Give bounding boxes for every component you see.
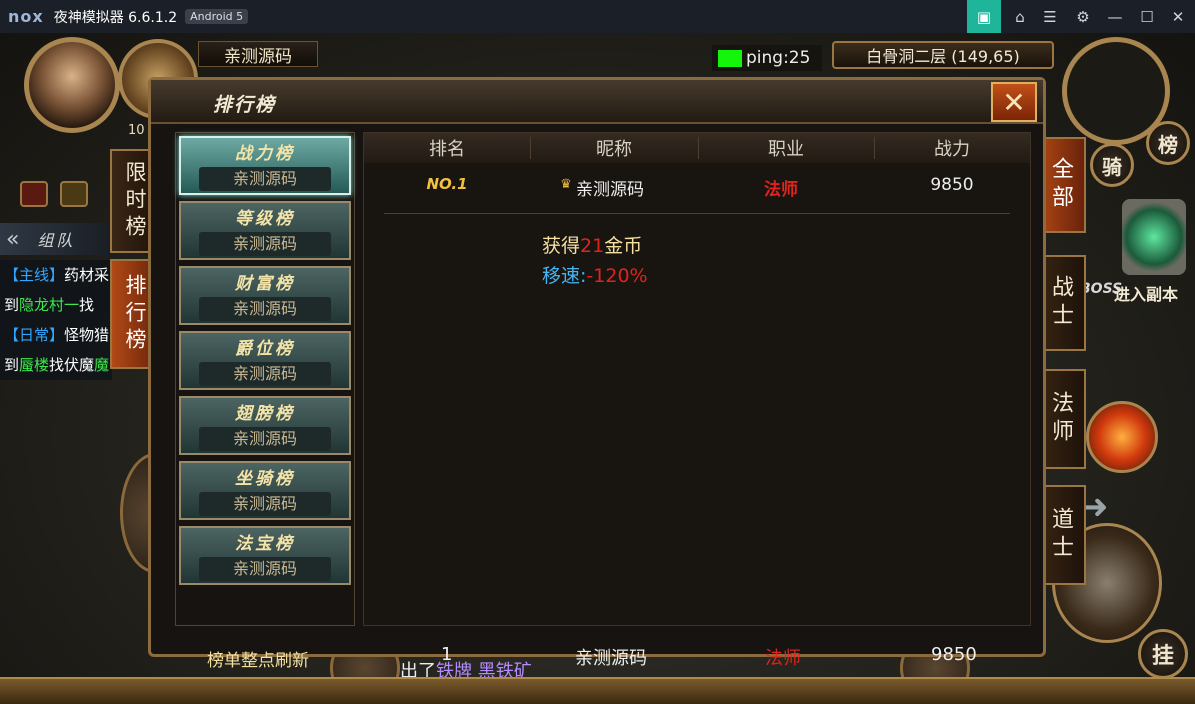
quest-tracker[interactable]: 【主线】药材采 到隐龙村一找 【日常】怪物猎 到蜃楼找伏魔魔 [0, 260, 112, 380]
category-level[interactable]: 等级榜 亲测源码 [179, 201, 351, 260]
player-level: 10 [128, 123, 145, 138]
my-job: 法师 [765, 648, 801, 669]
android-version-badge: Android 5 [185, 9, 249, 24]
table-header: 排名 昵称 职业 战力 [364, 133, 1030, 163]
row-name: 亲测源码 [576, 180, 644, 200]
category-wealth[interactable]: 财富榜 亲测源码 [179, 266, 351, 325]
category-mount[interactable]: 坐骑榜 亲测源码 [179, 461, 351, 520]
quest-daily[interactable]: 【日常】怪物猎 [4, 320, 112, 350]
category-wings[interactable]: 翅膀榜 亲测源码 [179, 396, 351, 455]
close-button[interactable]: ✕ [991, 82, 1037, 122]
nox-logo: nox [8, 7, 44, 26]
rank-button[interactable]: 榜 [1146, 121, 1190, 165]
panel-header: 排行榜 ✕ [151, 80, 1043, 124]
gear-icon[interactable]: ⚙ [1066, 0, 1100, 33]
maximize-icon[interactable]: ☐ [1130, 0, 1164, 33]
menu-icon[interactable]: ☰ [1033, 0, 1067, 33]
signal-icon [718, 49, 742, 67]
column-power: 战力 [934, 139, 970, 160]
ping-indicator: ping:25 [712, 45, 822, 71]
minimize-icon[interactable]: — [1098, 0, 1132, 33]
quest-main[interactable]: 【主线】药材采 [4, 260, 112, 290]
window-title: 夜神模拟器 6.6.1.2 [53, 9, 178, 26]
ranking-table: 排名 昵称 职业 战力 NO.1 ♛ 亲测源码 法师 9850 获得21金币 移… [363, 132, 1031, 626]
panel-title: 排行榜 [213, 94, 277, 116]
panel-footer: 榜单整点刷新 1 亲测源码 法师 9850 [151, 632, 1043, 671]
player-name: 亲测源码 [198, 41, 318, 67]
category-power[interactable]: 战力榜 亲测源码 [179, 136, 351, 195]
team-bar[interactable]: « 组队 [0, 223, 112, 255]
column-job: 职业 [768, 139, 804, 160]
row-rank: NO.1 [426, 175, 468, 193]
row-power: 9850 [930, 175, 974, 195]
fire-skill-icon[interactable] [1086, 401, 1158, 473]
category-title[interactable]: 爵位榜 亲测源码 [179, 331, 351, 390]
game-screen: 亲测源码 10 ping:25 白骨洞二层 (149,65) « 组队 【主线】药… [0, 33, 1195, 704]
my-name: 亲测源码 [575, 648, 647, 669]
close-icon[interactable]: ✕ [1161, 0, 1195, 33]
quest-main-detail[interactable]: 到隐龙村一找 [4, 290, 112, 320]
window-titlebar: nox 夜神模拟器 6.6.1.2 Android 5 ▣ ⌂ ☰ ⚙ — ☐ … [0, 0, 1195, 33]
buff-icon[interactable] [20, 181, 48, 207]
row-divider [384, 213, 1010, 214]
enter-dungeon-label[interactable]: 进入副本 [1114, 281, 1178, 305]
refresh-note: 榜单整点刷新 [207, 651, 309, 671]
quest-daily-detail[interactable]: 到蜃楼找伏魔魔 [4, 350, 112, 380]
category-treasure[interactable]: 法宝榜 亲测源码 [179, 526, 351, 585]
player-portrait[interactable] [24, 37, 120, 133]
row-job: 法师 [764, 180, 798, 200]
category-list: 战力榜 亲测源码 等级榜 亲测源码 财富榜 亲测源码 爵位榜 亲测源码 翅膀榜 亲测源码 … [175, 132, 355, 626]
auto-button[interactable]: 挂 [1138, 629, 1188, 679]
team-label: 组队 [37, 231, 76, 250]
double-chevron-left-icon[interactable]: « [6, 227, 19, 252]
my-power: 9850 [931, 644, 977, 665]
shirt-icon[interactable]: ⌂ [1003, 0, 1037, 33]
bag-icon[interactable]: ▣ [967, 0, 1001, 33]
portal-icon[interactable] [1122, 199, 1186, 275]
reward-gold: 获得21金币 [542, 235, 643, 257]
amulet-icon[interactable] [60, 181, 88, 207]
column-name: 昵称 [596, 139, 632, 160]
map-location: 白骨洞二层 (149,65) [832, 41, 1054, 69]
ride-button[interactable]: 骑 [1090, 143, 1134, 187]
bottom-bar [0, 677, 1195, 704]
column-rank: 排名 [429, 139, 465, 160]
ping-text: ping:25 [746, 48, 811, 68]
ranking-panel: 排行榜 ✕ 战力榜 亲测源码 等级榜 亲测源码 财富榜 亲测源码 爵位榜 亲测源码 翅膀… [148, 77, 1046, 671]
reward-speed: 移速:-120% [542, 265, 648, 287]
